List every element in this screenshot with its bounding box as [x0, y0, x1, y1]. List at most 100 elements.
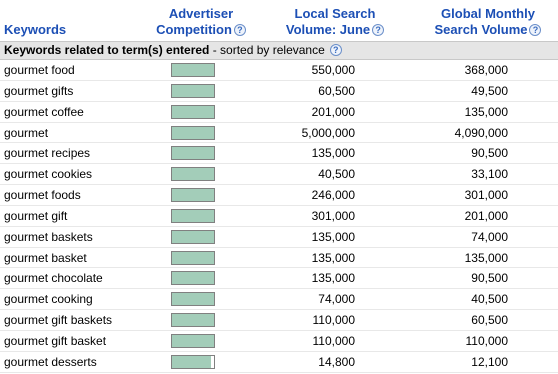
keyword-cell[interactable]: gourmet baskets: [4, 230, 93, 244]
table-row: gourmet food 550,000 368,000: [0, 60, 558, 81]
help-icon[interactable]: ?: [329, 43, 342, 56]
local-header-line2: Volume: June: [285, 22, 371, 37]
help-icon[interactable]: ?: [372, 23, 385, 36]
table-row: gourmet cooking 74,000 40,500: [0, 289, 558, 311]
column-header-keywords[interactable]: Keywords: [4, 22, 66, 38]
competition-bar-fill: [172, 334, 214, 347]
global-volume-cell: 368,000: [464, 63, 508, 77]
global-volume-cell: 201,000: [464, 208, 508, 223]
global-volume-cell: 33,100: [471, 167, 508, 182]
keyword-cell[interactable]: gourmet gift: [4, 209, 67, 223]
column-header-competition[interactable]: Advertiser Competition?: [156, 6, 246, 38]
column-header-local-volume[interactable]: Local Search Volume: June?: [270, 6, 400, 38]
competition-bar-fill: [172, 147, 214, 160]
competition-bar-fill: [172, 293, 214, 306]
competition-bar-fill: [172, 209, 214, 222]
global-header-line1: Global Monthly: [441, 6, 535, 21]
competition-bar: [171, 229, 215, 244]
competition-bar: [171, 313, 215, 328]
local-volume-cell: 40,500: [318, 167, 355, 182]
competition-bar-fill: [172, 230, 214, 243]
competition-bar: [171, 208, 215, 223]
keyword-cell[interactable]: gourmet gift basket: [4, 334, 106, 348]
competition-header-line2-wrap: Competition?: [156, 22, 246, 38]
help-icon[interactable]: ?: [529, 23, 542, 36]
table-row: gourmet chocolate 135,000 90,500: [0, 268, 558, 290]
global-volume-cell: 60,500: [471, 313, 508, 328]
keyword-cell[interactable]: gourmet recipes: [4, 146, 90, 160]
keyword-cell[interactable]: gourmet food: [4, 63, 75, 77]
global-volume-cell: 135,000: [464, 104, 508, 119]
global-volume-cell: 90,500: [471, 271, 508, 286]
competition-bar-fill: [172, 168, 214, 181]
global-volume-cell: 74,000: [471, 229, 508, 244]
competition-bar: [171, 250, 215, 265]
section-title: Keywords related to term(s) entered: [4, 43, 210, 57]
section-subtitle: - sorted by relevance: [209, 43, 325, 57]
global-volume-cell: 135,000: [464, 250, 508, 265]
global-volume-cell: 49,500: [471, 83, 508, 98]
competition-bar-fill: [172, 251, 214, 264]
table-row: gourmet desserts 14,800 12,100: [0, 352, 558, 373]
competition-bar: [171, 188, 215, 203]
competition-header-line2: Competition: [156, 22, 232, 37]
keyword-cell[interactable]: gourmet foods: [4, 188, 81, 202]
global-volume-cell: 40,500: [471, 292, 508, 307]
keyword-cell[interactable]: gourmet gift baskets: [4, 313, 112, 327]
keyword-cell[interactable]: gourmet chocolate: [4, 271, 103, 285]
column-header-global-volume[interactable]: Global Monthly Search Volume?: [420, 6, 556, 38]
keyword-cell[interactable]: gourmet cooking: [4, 292, 93, 306]
keyword-cell[interactable]: gourmet basket: [4, 251, 87, 265]
table-row: gourmet basket 135,000 135,000: [0, 248, 558, 269]
global-header-line2: Search Volume: [434, 22, 528, 37]
competition-bar-fill: [172, 64, 214, 76]
global-header-line2-wrap: Search Volume?: [420, 22, 556, 38]
local-volume-cell: 301,000: [311, 208, 355, 223]
section-header: Keywords related to term(s) entered - so…: [0, 41, 558, 60]
competition-bar: [171, 167, 215, 182]
local-header-line2-wrap: Volume: June?: [270, 22, 400, 38]
global-volume-cell: 90,500: [471, 146, 508, 161]
table-row: gourmet foods 246,000 301,000: [0, 185, 558, 206]
competition-bar-fill: [172, 126, 214, 139]
competition-bar: [171, 354, 215, 369]
competition-bar: [171, 333, 215, 348]
local-volume-cell: 135,000: [311, 271, 355, 286]
competition-bar-fill: [172, 355, 212, 368]
competition-bar-fill: [172, 105, 214, 118]
table-row: gourmet baskets 135,000 74,000: [0, 227, 558, 248]
global-volume-cell: 110,000: [465, 333, 509, 348]
keyword-cell[interactable]: gourmet desserts: [4, 355, 97, 369]
local-volume-cell: 110,000: [312, 313, 356, 328]
local-volume-cell: 246,000: [311, 188, 355, 203]
global-volume-cell: 4,090,000: [454, 125, 508, 140]
global-volume-cell: 301,000: [464, 188, 508, 203]
table-row: gourmet gifts 60,500 49,500: [0, 81, 558, 102]
competition-bar-fill: [172, 272, 214, 285]
keyword-cell[interactable]: gourmet coffee: [4, 105, 84, 119]
table-row: gourmet gift 301,000 201,000: [0, 206, 558, 227]
keyword-cell[interactable]: gourmet cookies: [4, 167, 92, 181]
competition-bar: [171, 271, 215, 286]
global-volume-cell: 12,100: [471, 354, 508, 369]
keyword-cell[interactable]: gourmet gifts: [4, 84, 73, 98]
competition-bar: [171, 125, 215, 140]
local-volume-cell: 110,000: [312, 333, 356, 348]
competition-bar-fill: [172, 189, 214, 202]
table-row: gourmet cookies 40,500 33,100: [0, 164, 558, 186]
local-volume-cell: 14,800: [318, 354, 355, 369]
local-volume-cell: 135,000: [311, 229, 355, 244]
competition-bar-fill: [172, 84, 214, 97]
local-volume-cell: 550,000: [311, 63, 355, 77]
local-volume-cell: 5,000,000: [301, 125, 355, 140]
competition-bar: [171, 104, 215, 119]
table-row: gourmet recipes 135,000 90,500: [0, 143, 558, 165]
local-volume-cell: 60,500: [318, 83, 355, 98]
competition-bar: [171, 63, 215, 77]
help-icon[interactable]: ?: [233, 23, 246, 36]
table-row: gourmet gift baskets 110,000 60,500: [0, 310, 558, 331]
table-row: gourmet 5,000,000 4,090,000: [0, 123, 558, 144]
local-volume-cell: 74,000: [318, 292, 355, 307]
keyword-cell[interactable]: gourmet: [4, 126, 48, 140]
local-volume-cell: 135,000: [311, 250, 355, 265]
